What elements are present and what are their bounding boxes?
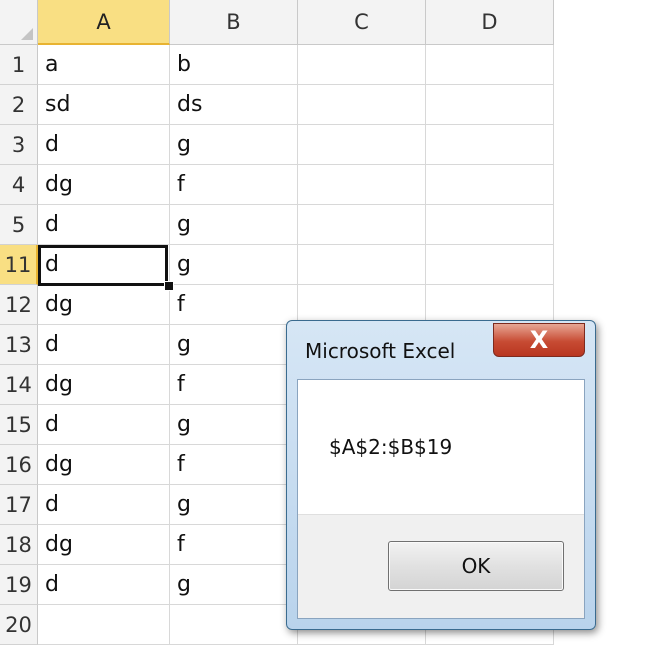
cell-a[interactable] xyxy=(38,605,170,645)
cell-b[interactable]: f xyxy=(170,165,298,205)
row-header[interactable]: 17 xyxy=(0,485,38,525)
cell-d[interactable] xyxy=(426,125,554,165)
row-header[interactable]: 11 xyxy=(0,245,38,285)
cell-d[interactable] xyxy=(426,45,554,85)
dialog-title: Microsoft Excel xyxy=(305,339,456,363)
cell-b[interactable]: g xyxy=(170,125,298,165)
cell-c[interactable] xyxy=(298,45,426,85)
cell-b[interactable]: f xyxy=(170,525,298,565)
cell-c[interactable] xyxy=(298,165,426,205)
cell-d[interactable] xyxy=(426,285,554,325)
select-all-corner[interactable] xyxy=(0,0,38,45)
cell-b[interactable]: f xyxy=(170,285,298,325)
cell-d[interactable] xyxy=(426,245,554,285)
column-header-b[interactable]: B xyxy=(170,0,298,45)
row-header[interactable]: 15 xyxy=(0,405,38,445)
row-header[interactable]: 14 xyxy=(0,365,38,405)
cell-a[interactable]: dg xyxy=(38,365,170,405)
cell-a[interactable]: d xyxy=(38,405,170,445)
column-header-a[interactable]: A xyxy=(38,0,170,45)
column-header-c[interactable]: C xyxy=(298,0,426,45)
cell-b[interactable]: g xyxy=(170,565,298,605)
ok-button[interactable]: OK xyxy=(388,541,564,591)
cell-a[interactable]: dg xyxy=(38,285,170,325)
dialog-body: $A$2:$B$19 OK xyxy=(297,379,585,619)
column-header-d[interactable]: D xyxy=(426,0,554,45)
row-header[interactable]: 18 xyxy=(0,525,38,565)
cell-a[interactable]: dg xyxy=(38,525,170,565)
row-header[interactable]: 4 xyxy=(0,165,38,205)
cell-a[interactable]: a xyxy=(38,45,170,85)
cell-b[interactable]: g xyxy=(170,245,298,285)
cell-b[interactable]: ds xyxy=(170,85,298,125)
cell-b[interactable]: f xyxy=(170,445,298,485)
close-button[interactable]: X xyxy=(493,323,585,357)
cell-d[interactable] xyxy=(426,205,554,245)
dialog-footer: OK xyxy=(298,514,584,618)
cell-c[interactable] xyxy=(298,285,426,325)
cell-b[interactable]: f xyxy=(170,365,298,405)
row-header[interactable]: 2 xyxy=(0,85,38,125)
row-header[interactable]: 3 xyxy=(0,125,38,165)
row-header[interactable]: 5 xyxy=(0,205,38,245)
cell-b[interactable]: g xyxy=(170,205,298,245)
row-header[interactable]: 12 xyxy=(0,285,38,325)
cell-b[interactable]: b xyxy=(170,45,298,85)
cell-c[interactable] xyxy=(298,125,426,165)
cell-b[interactable]: g xyxy=(170,325,298,365)
cell-b[interactable]: g xyxy=(170,405,298,445)
cell-a[interactable]: d xyxy=(38,125,170,165)
cell-c[interactable] xyxy=(298,205,426,245)
cell-a[interactable]: d xyxy=(38,245,170,285)
cell-a[interactable]: d xyxy=(38,325,170,365)
cell-b[interactable]: g xyxy=(170,485,298,525)
row-header[interactable]: 20 xyxy=(0,605,38,645)
cell-a[interactable]: dg xyxy=(38,445,170,485)
cell-a[interactable]: d xyxy=(38,205,170,245)
fill-handle[interactable] xyxy=(164,281,174,291)
close-icon: X xyxy=(529,326,549,354)
message-box-dialog: Microsoft Excel X $A$2:$B$19 OK xyxy=(286,320,596,630)
cell-a[interactable]: sd xyxy=(38,85,170,125)
cell-b[interactable] xyxy=(170,605,298,645)
cell-d[interactable] xyxy=(426,85,554,125)
cell-a[interactable]: d xyxy=(38,485,170,525)
row-header[interactable]: 19 xyxy=(0,565,38,605)
cell-d[interactable] xyxy=(426,165,554,205)
cell-a[interactable]: dg xyxy=(38,165,170,205)
cell-c[interactable] xyxy=(298,85,426,125)
row-header[interactable]: 16 xyxy=(0,445,38,485)
dialog-message: $A$2:$B$19 xyxy=(329,435,453,459)
cell-a[interactable]: d xyxy=(38,565,170,605)
row-header[interactable]: 1 xyxy=(0,45,38,85)
row-header[interactable]: 13 xyxy=(0,325,38,365)
cell-c[interactable] xyxy=(298,245,426,285)
